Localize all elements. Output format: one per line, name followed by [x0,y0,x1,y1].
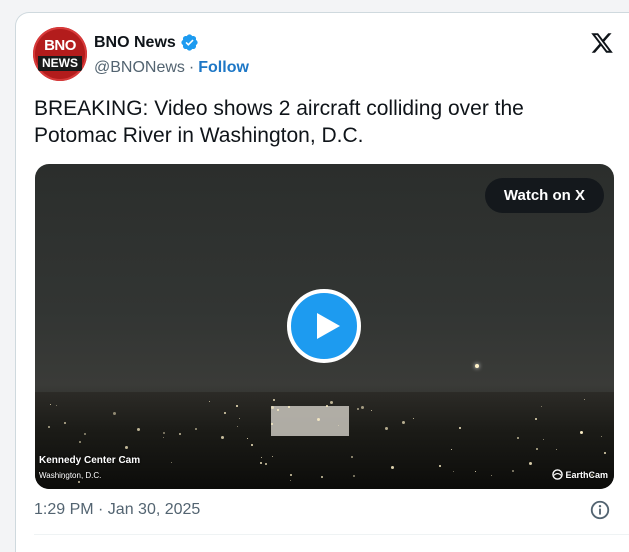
city-light [237,426,238,427]
city-light [338,425,339,426]
avatar-logo-top: BNO [44,37,76,54]
city-light [163,437,164,438]
tweet-timestamp[interactable]: 1:29 PM · Jan 30, 2025 [34,501,200,519]
city-light [288,406,290,408]
city-light [261,457,262,458]
city-light [195,428,197,430]
city-light [543,439,544,440]
city-light [541,406,542,407]
city-light [601,436,602,437]
separator-dot: · [188,59,195,76]
follow-button[interactable]: Follow [198,59,249,76]
city-light [271,423,273,425]
city-light [351,456,353,458]
city-light [260,462,262,464]
city-light [321,476,323,478]
info-icon[interactable] [589,499,611,521]
city-light [171,462,172,463]
city-light [271,406,274,409]
city-light [361,406,364,409]
city-light [48,426,50,428]
city-light [371,410,372,411]
kennedy-center-building [271,406,349,436]
video-player[interactable]: Watch on X Kennedy Center Cam Washington… [35,164,614,489]
handle-row: @BNONews · Follow [94,59,249,77]
city-light [273,399,275,401]
city-light [439,465,441,467]
city-light [535,418,537,420]
earthcam-logo-icon [552,469,564,480]
tweet-card: BNO NEWS BNO News @BNONews · Follow BREAKI… [15,12,629,552]
city-light [290,474,292,476]
city-light [137,428,140,431]
city-light [330,401,333,404]
city-light [453,471,454,472]
earthcam-text: EarthCam [565,469,608,480]
city-light [113,412,116,415]
aircraft-light [475,364,479,368]
city-light [556,449,557,450]
city-light [512,470,514,472]
earthcam-watermark: EarthCam [552,469,608,480]
city-light [475,471,476,472]
play-icon [317,313,340,339]
city-light [491,475,492,476]
city-light [353,475,355,477]
city-light [357,408,359,410]
city-light [50,404,51,405]
avatar-logo-bottom: NEWS [38,56,82,71]
city-light [56,405,57,406]
city-light [402,421,405,424]
city-light [64,422,66,424]
city-light [236,405,238,407]
city-light [326,405,328,407]
city-light [391,466,394,469]
city-light [536,448,538,450]
city-light [580,431,583,434]
city-light [529,462,532,465]
verified-badge-icon [181,34,198,51]
city-light [413,418,414,419]
city-light [79,441,81,443]
cam-name-overlay: Kennedy Center Cam [39,455,141,466]
city-light [584,399,585,400]
city-light [224,412,226,414]
city-light [179,433,181,435]
city-light [459,427,461,429]
city-light [125,446,128,449]
city-light [317,418,320,421]
city-light [163,432,165,434]
watch-on-x-button[interactable]: Watch on X [484,178,604,213]
city-light [78,481,80,483]
city-light [290,480,291,481]
city-light [265,463,267,465]
city-light [221,436,224,439]
divider [34,534,629,535]
avatar[interactable]: BNO NEWS [33,27,87,81]
account-name-row[interactable]: BNO News [94,33,199,52]
city-light [247,438,248,439]
city-light [209,401,210,402]
city-light [385,427,388,430]
account-name[interactable]: BNO News [94,34,176,52]
tweet-text: BREAKING: Video shows 2 aircraft collidi… [34,97,524,147]
city-light [84,433,86,435]
city-light [604,452,606,454]
city-light [517,437,519,439]
city-light [277,409,279,411]
play-button[interactable] [287,289,361,363]
city-light [451,449,452,450]
city-light [239,418,240,419]
x-logo-icon[interactable] [590,31,614,55]
city-light [272,456,273,457]
account-handle[interactable]: @BNONews [94,59,185,76]
cam-location-overlay: Washington, D.C. [39,471,102,480]
city-light [251,444,253,446]
